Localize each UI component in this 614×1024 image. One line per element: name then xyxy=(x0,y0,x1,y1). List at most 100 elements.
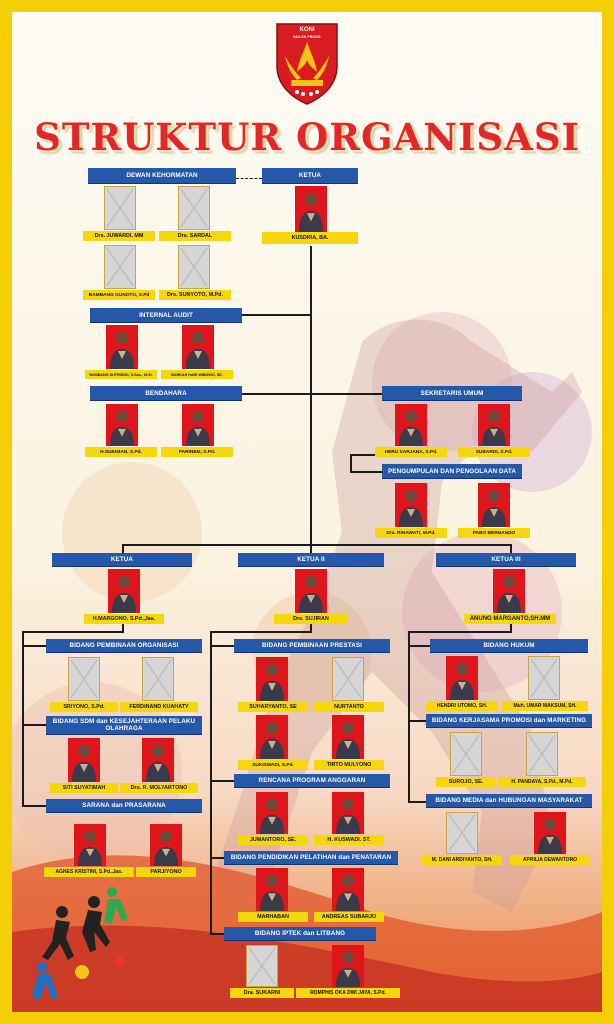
name-ferdinand: FERDINAND KUAHATY xyxy=(120,702,198,712)
connector-line xyxy=(22,724,46,726)
name-margono: H.MARGONO, S.Pd.,Jas. xyxy=(84,614,164,624)
photo-pandaya xyxy=(526,732,558,776)
photo-sukismadi xyxy=(256,715,288,759)
header-ketua-3: KETUA III xyxy=(436,553,576,566)
header-bendahara: BENDAHARA xyxy=(90,386,242,400)
connector-line xyxy=(242,314,312,316)
header-sarana: SARANA dan PRASARANA xyxy=(46,799,202,812)
connector-line xyxy=(408,631,410,803)
photo-aprilia xyxy=(534,812,566,854)
connector-line xyxy=(210,631,312,633)
photo-marhaban xyxy=(256,868,288,911)
photo-kusdira xyxy=(295,186,327,232)
connector-line xyxy=(408,645,430,647)
name-hendri: HENDRI UTOMO, SH. xyxy=(426,701,498,711)
photo-suharyanto xyxy=(256,657,288,701)
photo-sukarni xyxy=(246,945,278,987)
name-bambang-sutrisno: BAMBANG SUTRISNO, S.Sos., M.Si. xyxy=(85,370,157,379)
photo-agnes xyxy=(74,824,106,866)
name-heru: HERU SARJANA, S.Pd. xyxy=(375,447,447,457)
connector-line xyxy=(22,631,124,633)
connector-line xyxy=(210,645,234,647)
connector-line xyxy=(122,544,512,546)
photo-anung xyxy=(493,569,525,613)
photo-jumantoro xyxy=(256,792,288,834)
connector-line xyxy=(22,805,46,807)
photo-rinawati xyxy=(395,483,427,527)
header-internal-audit: INTERNAL AUDIT xyxy=(90,308,242,322)
name-sriyono: SRIYONO, S.Pd. xyxy=(50,702,118,712)
photo-bambang-gunoto xyxy=(104,245,136,289)
photo-dani xyxy=(446,812,478,854)
name-sukarni: Dra. SUKARNI xyxy=(230,988,294,998)
name-sukiman: H.SUKIMAN, S.Pd. xyxy=(85,447,157,457)
connector-line xyxy=(350,454,352,472)
connector-line xyxy=(408,720,426,722)
name-subardi: SUBARDI, S.Pd. xyxy=(458,447,530,457)
name-tirto: TIRTO MULYONO xyxy=(314,760,384,770)
name-surojo: SUROJO, SE. xyxy=(436,777,496,787)
photo-parinem xyxy=(182,404,214,446)
name-molyartono: Drs. R. MOLYARTONO xyxy=(120,783,198,793)
name-aprilia: APRILIA DEWANTORO xyxy=(510,855,590,865)
name-siti: SITI SUYATIMAH xyxy=(50,783,118,793)
photo-kuswadi xyxy=(332,792,364,834)
header-bidang-organisasi: BIDANG PEMBINAAN ORGANISASI xyxy=(46,639,202,652)
name-rinawati: Dra. RINAWATI, M.Pd. xyxy=(375,528,447,538)
header-bidang-prestasi: BIDANG PEMBINAAN PRESTASI xyxy=(234,639,390,652)
name-kuswadi: H. KUSWADI. ST. xyxy=(314,835,384,845)
connector-line xyxy=(210,933,224,935)
header-anggaran: RENCANA PROGRAM ANGGARAN xyxy=(234,774,390,787)
header-diklat: BIDANG PENDIDIKAN PELATIHAN dan PENATARA… xyxy=(224,851,398,864)
name-bambang-gunoto: BAMBANG GUNOTO, S.Pd xyxy=(83,290,155,300)
poster: KONI KULON PROGO STRUKTUR ORGANISASI DEW… xyxy=(12,12,602,1012)
connector-line xyxy=(236,178,262,179)
name-parinem: PARINEM, S.Pd. xyxy=(161,447,233,457)
photo-umar xyxy=(528,656,560,700)
photo-surojo xyxy=(450,732,482,776)
name-pandaya: H. PANDAYA, S.Pd., M.Pd. xyxy=(498,777,586,787)
header-dewan-kehormatan: DEWAN KEHORMATAN xyxy=(88,168,236,183)
name-nurtanto: NURTANTO xyxy=(314,702,384,712)
header-ketua-1: KETUA xyxy=(52,553,192,566)
photo-parjiyono xyxy=(150,824,182,866)
connector-line xyxy=(210,631,212,935)
name-kusdira: KUSDIRA, BA. xyxy=(262,232,358,244)
name-andreas: ANDREAS SUBARJO xyxy=(314,912,384,922)
photo-sriyono xyxy=(68,657,100,701)
name-agnes: AGNES KRISTINI, S.Pd.,Jas. xyxy=(44,867,134,877)
photo-sunyoto xyxy=(178,245,210,289)
photo-sukiman xyxy=(106,404,138,446)
header-bidang-hukum: BIDANG HUKUM xyxy=(430,639,588,652)
header-ketua-2: KETUA II xyxy=(238,553,384,566)
connector-line xyxy=(408,801,426,803)
connector-line xyxy=(310,246,312,546)
connector-line xyxy=(408,631,512,633)
photo-sujiran xyxy=(295,569,327,613)
name-dani: M. DANI ARDIYANTO, SH. xyxy=(422,855,502,865)
name-anung: ANUNG MARGANTO,SH.MM xyxy=(464,614,556,624)
header-iptek: BIDANG IPTEK dan LITBANG xyxy=(224,927,376,940)
logo-org: KONI xyxy=(299,27,315,33)
name-barkah: BARKAH HARI WIBOWO, SE. xyxy=(161,370,233,379)
header-bidang-promosi: BIDANG KERJASAMA PROMOSI dan MARKETING xyxy=(426,714,592,727)
name-juwardi: Drs. JUWARDI, MM xyxy=(83,231,155,241)
photo-nurtanto xyxy=(332,657,364,701)
connector-line xyxy=(350,471,382,473)
name-sunyoto: Drs. SUNYOTO, M.Pd. xyxy=(159,290,231,300)
photo-juwardi xyxy=(104,186,136,230)
header-bidang-media: BIDANG MEDIA dan HUBUNGAN MASYARAKAT xyxy=(426,794,592,807)
name-marhaban: MARHABAN xyxy=(238,912,308,922)
photo-barkah xyxy=(182,325,214,369)
photo-bambang-sutrisno xyxy=(106,325,138,369)
header-bidang-sdm: BIDANG SDM dan KESEJAHTERAAN PELAKU OLAH… xyxy=(46,716,202,734)
photo-heru xyxy=(395,404,427,446)
name-suharyanto: SUHARYANTO, SE xyxy=(238,702,308,712)
photo-margono xyxy=(108,569,140,613)
name-parjiyono: PARJIYONO xyxy=(136,867,196,877)
photo-andreas xyxy=(332,868,364,911)
connector-line xyxy=(210,780,234,782)
photo-tirto xyxy=(332,715,364,759)
photo-pabo xyxy=(478,483,510,527)
photo-sardal xyxy=(178,186,210,230)
